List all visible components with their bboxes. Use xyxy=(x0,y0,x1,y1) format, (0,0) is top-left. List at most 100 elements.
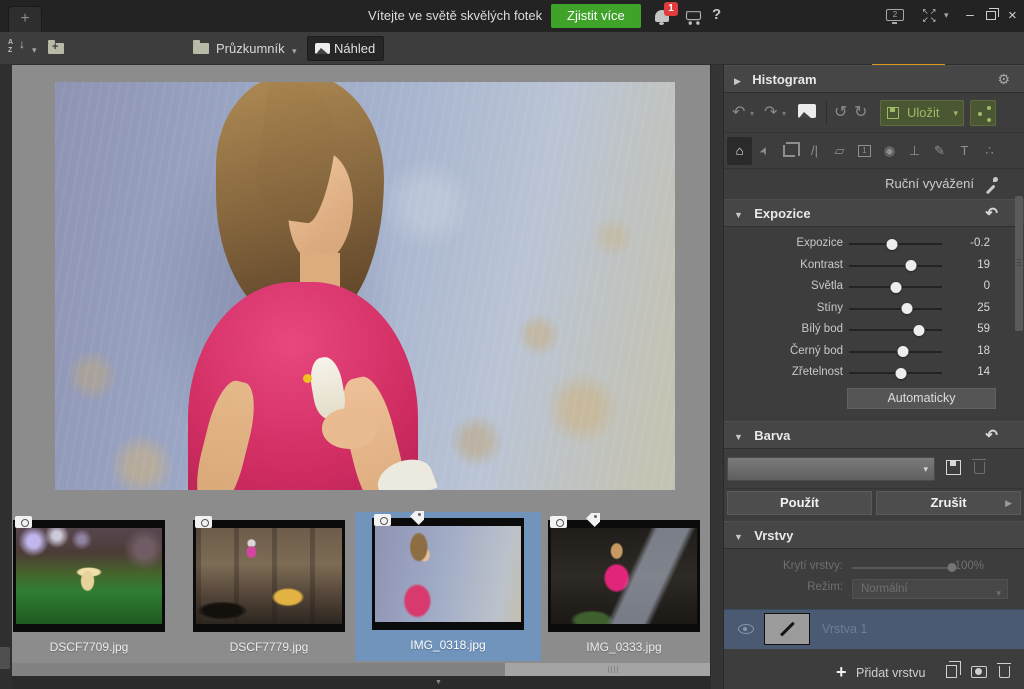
slider-track[interactable] xyxy=(849,308,942,310)
apply-button[interactable]: Použít xyxy=(727,491,872,515)
slider-track[interactable] xyxy=(849,329,942,331)
fill-tool-icon[interactable]: ⊥ xyxy=(902,137,927,165)
duplicate-layer-icon[interactable] xyxy=(946,665,957,678)
sort-chevron-icon[interactable]: ▾ xyxy=(32,45,37,56)
left-panel-handle[interactable] xyxy=(0,647,10,669)
layer-thumbnail[interactable] xyxy=(764,613,810,645)
blend-mode-dropdown: Normální ▾ xyxy=(852,579,1008,599)
thumbnail-frame[interactable] xyxy=(193,520,345,632)
placement-tool-icon[interactable]: 1 xyxy=(852,137,877,165)
redo-icon[interactable]: ↷ xyxy=(764,102,777,122)
slider-value: 0 xyxy=(984,280,990,292)
blend-mode-value: Normální xyxy=(861,583,908,595)
shop-cart-icon[interactable] xyxy=(686,11,702,20)
main-photo[interactable] xyxy=(55,82,675,490)
add-layer-plus-icon[interactable]: + xyxy=(836,662,847,683)
panel-splitter[interactable] xyxy=(710,65,724,689)
straighten-tool-icon[interactable]: /| xyxy=(802,137,827,165)
color-section-header[interactable]: ▼ Barva ↶ xyxy=(724,421,1024,449)
slider-thumb[interactable] xyxy=(897,346,908,357)
add-layer-label[interactable]: Přidat vrstvu xyxy=(856,666,925,680)
undo-chevron-icon[interactable]: ▾ xyxy=(750,109,754,118)
reset-color-icon[interactable]: ↶ xyxy=(985,422,998,449)
filmstrip-item[interactable]: DSCF7709.jpg xyxy=(13,520,165,654)
fullscreen-icon[interactable]: ↖↗ ↙↘ xyxy=(922,8,938,24)
second-monitor-icon[interactable]: 2 xyxy=(886,9,904,21)
slider-track[interactable] xyxy=(849,243,942,245)
fullscreen-chevron-icon[interactable]: ▾ xyxy=(944,10,949,21)
gear-icon[interactable]: ⚙ xyxy=(997,66,1010,93)
exposure-section-header[interactable]: ▼ Expozice ↶ xyxy=(724,199,1024,227)
rotate-left-icon[interactable]: ↺ xyxy=(834,102,847,122)
tag-badge-icon xyxy=(586,513,600,527)
explorer-label[interactable]: Průzkumník xyxy=(216,41,285,56)
collapse-filmstrip-icon[interactable]: ▼ xyxy=(435,679,442,686)
slider-thumb[interactable] xyxy=(886,239,897,250)
slider-track[interactable] xyxy=(849,351,942,353)
filmstrip-item[interactable]: IMG_0333.jpg xyxy=(548,520,700,654)
new-tab-button[interactable]: + xyxy=(8,6,42,32)
layer-mask-icon[interactable] xyxy=(971,666,987,678)
restore-window-button[interactable] xyxy=(986,11,996,20)
red-eye-tool-icon[interactable]: ◉ xyxy=(877,137,902,165)
layer-row[interactable]: Vrstva 1 xyxy=(724,609,1024,649)
text-tool-icon[interactable]: T xyxy=(952,137,977,165)
slider-thumb[interactable] xyxy=(901,303,912,314)
slider-thumb[interactable] xyxy=(906,260,917,271)
delete-preset-icon[interactable] xyxy=(974,462,985,474)
retouch-tool-icon[interactable]: ✎ xyxy=(927,137,952,165)
manual-balance-label[interactable]: Ruční vyvážení xyxy=(885,176,974,191)
save-chevron-icon[interactable]: ▾ xyxy=(953,101,958,125)
preset-dropdown[interactable]: ▾ xyxy=(727,457,935,481)
show-original-icon[interactable] xyxy=(798,104,816,118)
share-button[interactable] xyxy=(970,100,996,126)
panel-scrollbar-thumb[interactable] xyxy=(1015,196,1023,331)
slider-value: 14 xyxy=(977,366,990,378)
explorer-folder-icon[interactable] xyxy=(193,43,209,54)
save-preset-icon[interactable] xyxy=(946,460,961,475)
explorer-chevron-icon[interactable]: ▾ xyxy=(292,46,297,57)
close-button[interactable]: × xyxy=(1008,7,1017,24)
sort-icon[interactable]: AZ↓ xyxy=(8,39,13,55)
histogram-section-header[interactable]: ▶ Histogram ⚙ xyxy=(724,65,1024,93)
thumbnail-frame[interactable] xyxy=(372,518,524,630)
opacity-slider xyxy=(852,567,955,569)
panel-collapse-arrow-icon[interactable]: ▶ xyxy=(1005,498,1012,509)
filmstrip-item-selected[interactable]: IMG_0318.jpg xyxy=(372,518,524,652)
delete-layer-icon[interactable] xyxy=(999,666,1010,678)
filmstrip-item[interactable]: DSCF7779.jpg xyxy=(193,520,345,654)
slider-track[interactable] xyxy=(849,265,942,267)
redo-chevron-icon[interactable]: ▾ xyxy=(782,109,786,118)
thumbnail-frame[interactable] xyxy=(548,520,700,632)
sort-arrow-icon: ↓ xyxy=(19,40,25,48)
slider-thumb[interactable] xyxy=(890,282,901,293)
layers-section-header[interactable]: ▼ Vrstvy xyxy=(724,521,1024,549)
horizontal-scrollbar[interactable] xyxy=(12,663,710,676)
preview-button[interactable]: Náhled xyxy=(307,36,384,61)
crop-tool-icon[interactable] xyxy=(777,137,802,165)
slider-row: Černý bod 18 xyxy=(724,341,1024,363)
undo-icon[interactable]: ↶ xyxy=(732,102,745,122)
slider-track[interactable] xyxy=(849,286,942,288)
apply-cancel-row: Použít Zrušit xyxy=(724,489,1024,521)
slider-thumb[interactable] xyxy=(896,368,907,379)
new-folder-icon[interactable] xyxy=(48,43,64,54)
automatic-button[interactable]: Automaticky xyxy=(847,388,996,409)
slider-thumb[interactable] xyxy=(913,325,924,336)
horizontal-scrollbar-thumb[interactable] xyxy=(505,663,710,676)
deform-tool-icon[interactable]: ▱ xyxy=(827,137,852,165)
minimize-button[interactable]: – xyxy=(962,8,978,24)
rotate-right-icon[interactable]: ↻ xyxy=(854,102,867,122)
thumbnail-frame[interactable] xyxy=(13,520,165,632)
learn-more-button[interactable]: Zjistit více xyxy=(551,4,641,28)
cancel-button[interactable]: Zrušit xyxy=(876,491,1021,515)
help-icon[interactable]: ? xyxy=(712,6,721,23)
layer-visibility-eye-icon[interactable] xyxy=(738,624,754,634)
application-window: + Vítejte ve světě skvělých fotek Zjisti… xyxy=(0,0,1024,689)
slider-track[interactable] xyxy=(849,372,942,374)
save-button[interactable]: Uložit ▾ xyxy=(880,100,964,126)
eyedropper-icon[interactable] xyxy=(984,177,998,191)
more-tools-icon[interactable]: ∴ xyxy=(977,137,1002,165)
panel-scrollbar[interactable] xyxy=(1014,68,1024,685)
reset-exposure-icon[interactable]: ↶ xyxy=(985,200,998,227)
